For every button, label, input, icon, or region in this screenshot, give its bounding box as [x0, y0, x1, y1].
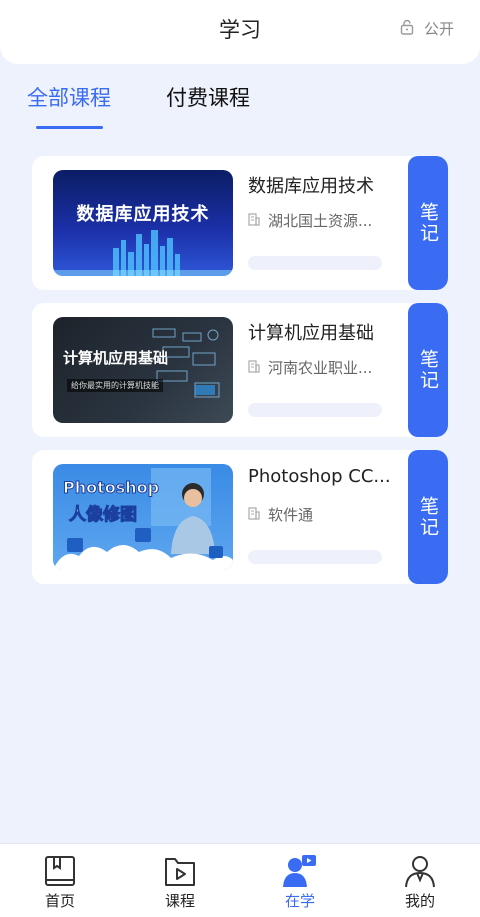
- note-button[interactable]: 笔记: [408, 303, 448, 437]
- note-button[interactable]: 笔记: [408, 156, 448, 290]
- thumbnail-title: 数据库应用技术: [76, 204, 210, 225]
- bottom-tab-bar: 首页 课程 在学 我的: [0, 843, 480, 917]
- course-title: Photoshop CC...: [248, 466, 391, 487]
- tabbar-item-studying[interactable]: 在学: [240, 844, 360, 917]
- progress-bar: [248, 256, 382, 270]
- thumbnail-title: 计算机应用基础: [63, 349, 169, 367]
- active-tab-indicator: [36, 126, 103, 129]
- public-toggle[interactable]: 公开: [400, 18, 454, 39]
- course-org: 软件通: [248, 504, 398, 525]
- tabbar-item-courses[interactable]: 课程: [120, 844, 240, 917]
- course-thumbnail: Photoshop 人像修图: [53, 464, 233, 570]
- video-icon: [163, 854, 197, 888]
- tab-all-courses[interactable]: 全部课程: [27, 82, 111, 112]
- progress-bar: [248, 550, 382, 564]
- thumbnail-subtitle: 人像修图: [69, 505, 138, 526]
- building-icon: [248, 506, 260, 524]
- course-card[interactable]: 数据库应用技术 数据库应用技术 湖北国土资源... 笔记: [32, 156, 448, 290]
- course-org: 湖北国土资源...: [248, 210, 398, 231]
- tabbar-item-home[interactable]: 首页: [0, 844, 120, 917]
- tech-graphic: [152, 328, 220, 398]
- course-thumbnail: 数据库应用技术: [53, 170, 233, 276]
- public-label: 公开: [423, 20, 454, 38]
- lock-icon: [400, 19, 414, 39]
- course-org: 河南农业职业...: [248, 357, 398, 378]
- study-user-icon: [283, 854, 317, 888]
- thumbnail-title: Photoshop: [62, 478, 160, 498]
- building-icon: [248, 359, 260, 377]
- course-card[interactable]: Photoshop 人像修图 Photoshop CC... 软件通 笔记: [32, 450, 448, 584]
- tabbar-label: 课程: [164, 892, 195, 910]
- org-name: 河南农业职业...: [268, 359, 373, 377]
- tabbar-label: 在学: [284, 892, 315, 910]
- course-tabs: 全部课程 付费课程: [0, 82, 480, 132]
- city-skyline-graphic: [53, 230, 233, 276]
- thumbnail-subtitle: 给你最实用的计算机技能: [67, 379, 163, 392]
- org-name: 软件通: [268, 506, 314, 524]
- tab-paid-courses[interactable]: 付费课程: [166, 82, 250, 112]
- course-title: 数据库应用技术: [248, 176, 374, 197]
- book-icon: [43, 854, 77, 888]
- org-name: 湖北国土资源...: [268, 212, 373, 230]
- course-title: 计算机应用基础: [248, 323, 374, 344]
- course-card[interactable]: 计算机应用基础 给你最实用的计算机技能 计算机应用基础 河南农业职业... 笔记: [32, 303, 448, 437]
- tabbar-item-mine[interactable]: 我的: [360, 844, 480, 917]
- course-thumbnail: 计算机应用基础 给你最实用的计算机技能: [53, 317, 233, 423]
- progress-bar: [248, 403, 382, 417]
- tabbar-label: 首页: [44, 892, 75, 910]
- profile-icon: [403, 854, 437, 888]
- building-icon: [248, 212, 260, 230]
- top-header: 学习 公开: [0, 0, 480, 64]
- note-button[interactable]: 笔记: [408, 450, 448, 584]
- tabbar-label: 我的: [404, 892, 435, 910]
